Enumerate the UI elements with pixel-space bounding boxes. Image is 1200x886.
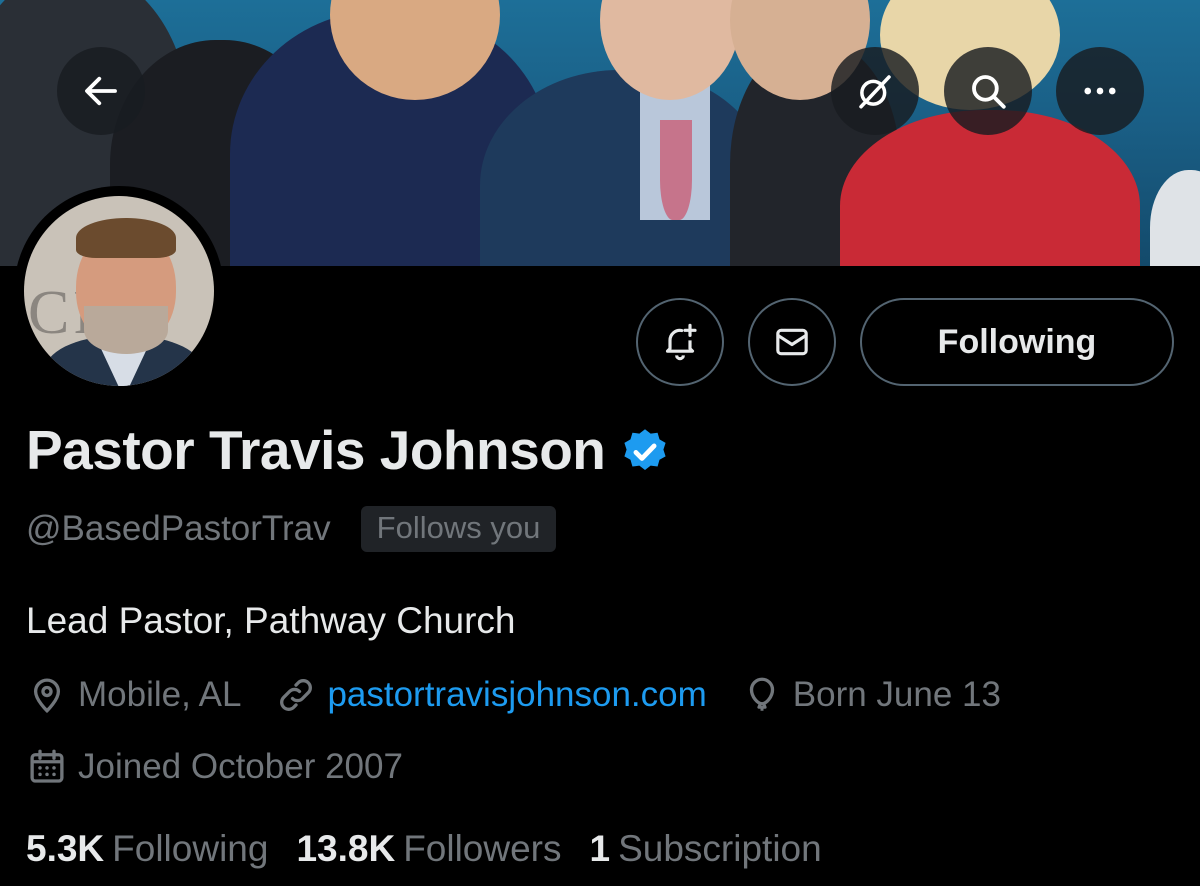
grok-button[interactable] (831, 47, 919, 135)
joined-text: Joined October 2007 (78, 747, 403, 786)
more-horizontal-icon (1084, 87, 1116, 95)
following-button[interactable]: Following (860, 298, 1174, 386)
avatar[interactable]: CR (14, 186, 224, 396)
arrow-left-icon (85, 76, 117, 106)
search-button[interactable] (944, 47, 1032, 135)
avatar-shape (76, 218, 176, 258)
location-item: Mobile, AL (26, 674, 241, 716)
profile-bio: Lead Pastor, Pathway Church (26, 600, 516, 641)
follows-you-badge: Follows you (360, 506, 557, 552)
subscriptions-label: Subscription (618, 828, 822, 869)
subscriptions-count: 1 (589, 828, 611, 869)
profile-meta-row: Mobile, AL pastortravisjohnson.com Born … (26, 674, 1001, 716)
verified-badge-icon[interactable] (619, 426, 671, 478)
profile-stats: 5.3K Following 13.8K Followers 1 Subscri… (26, 828, 822, 870)
calendar-icon (30, 749, 64, 783)
location-pin-icon (33, 678, 61, 714)
bell-plus-icon (665, 323, 697, 361)
location-text: Mobile, AL (78, 675, 242, 714)
back-button[interactable] (57, 47, 145, 135)
joined-item: Joined October 2007 (26, 746, 403, 788)
balloon-icon (749, 677, 774, 711)
slashed-circle-icon (859, 75, 891, 109)
message-button[interactable] (748, 298, 836, 386)
envelope-icon (776, 328, 808, 356)
followers-count: 13.8K (296, 828, 396, 869)
birthday-item: Born June 13 (741, 674, 1001, 716)
banner-figure (660, 120, 692, 220)
search-icon (972, 75, 1006, 109)
website-link[interactable]: pastortravisjohnson.com (327, 675, 706, 715)
profile-handle: @BasedPastorTrav (26, 509, 331, 548)
profile-meta-row: Joined October 2007 (26, 746, 403, 788)
link-icon (280, 679, 313, 711)
avatar-shape (84, 306, 168, 354)
banner-figure (1150, 170, 1200, 266)
profile-name: Pastor Travis Johnson (26, 419, 606, 481)
notifications-button[interactable] (636, 298, 724, 386)
handle-row: @BasedPastorTrav Follows you (26, 506, 557, 552)
followers-stat[interactable]: 13.8K Followers (296, 828, 561, 870)
followers-label: Followers (403, 828, 562, 869)
profile-name-row: Pastor Travis Johnson (26, 418, 671, 482)
following-stat[interactable]: 5.3K Following (26, 828, 268, 870)
website-item[interactable]: pastortravisjohnson.com (275, 674, 707, 716)
more-options-button[interactable] (1056, 47, 1144, 135)
birthday-text: Born June 13 (792, 675, 1001, 714)
following-label: Following (112, 828, 269, 869)
following-count: 5.3K (26, 828, 105, 869)
subscriptions-stat[interactable]: 1 Subscription (590, 828, 822, 870)
avatar-image: CR (24, 196, 214, 386)
